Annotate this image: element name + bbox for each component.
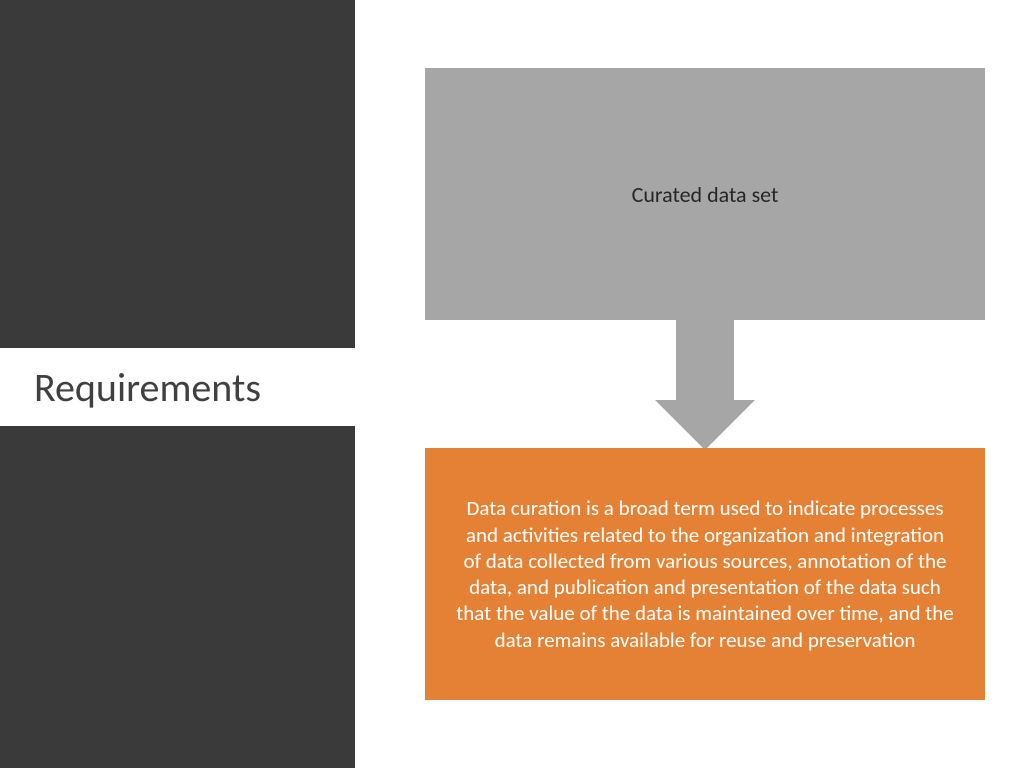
slide: Requirements Curated data set Data curat…: [0, 0, 1024, 768]
slide-title-box: Requirements: [0, 348, 383, 426]
down-arrow-icon: [655, 320, 755, 460]
diagram-top-label: Curated data set: [632, 181, 779, 208]
diagram-top-box: Curated data set: [425, 68, 985, 320]
slide-title: Requirements: [34, 363, 261, 412]
arrow-stem: [676, 320, 734, 400]
arrow-head: [655, 400, 755, 450]
diagram-bottom-box: Data curation is a broad term used to in…: [425, 448, 985, 700]
diagram-bottom-text: Data curation is a broad term used to in…: [455, 495, 955, 653]
